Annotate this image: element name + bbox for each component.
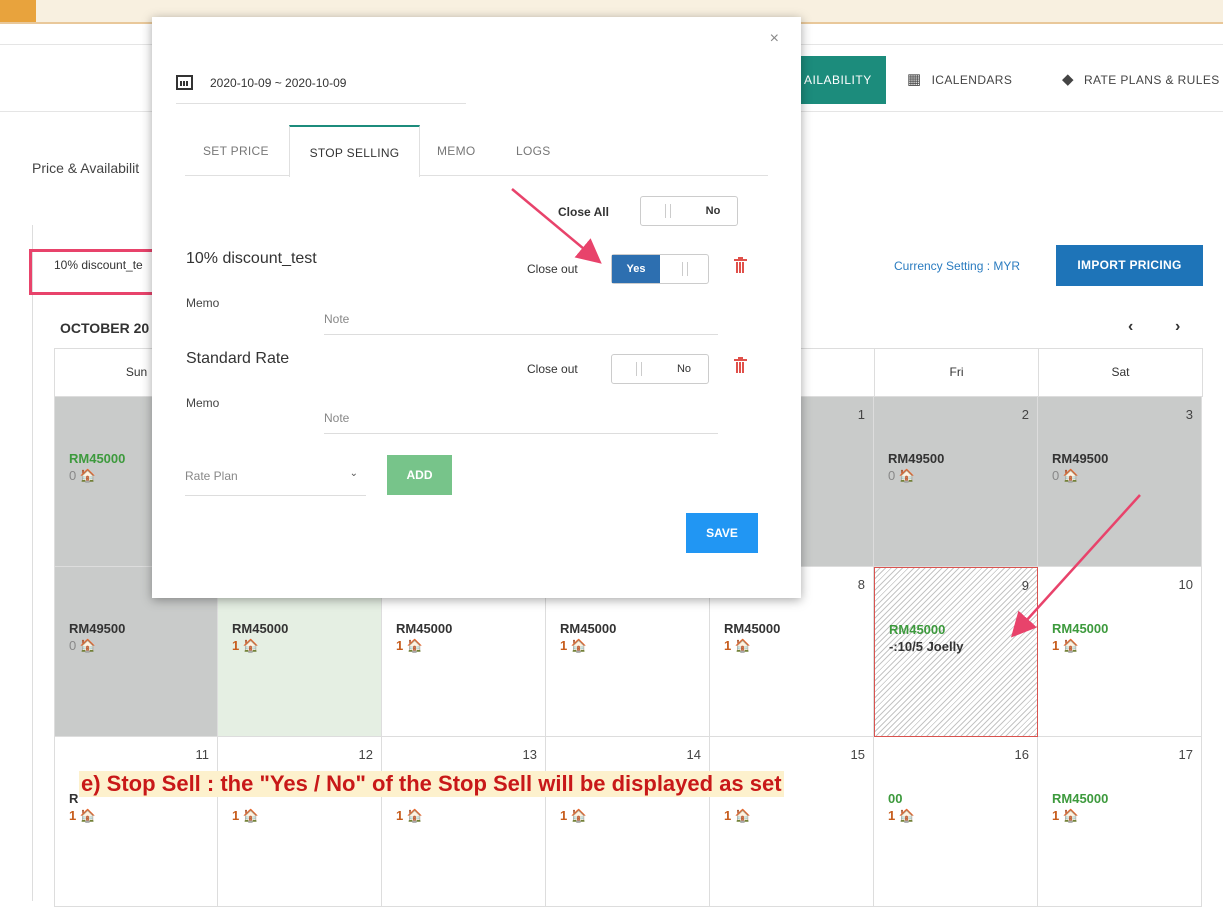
arrow-to-yes-toggle [511, 188, 602, 264]
arrow-to-stop-sold-cell [1010, 494, 1141, 638]
annotation-arrows [511, 188, 1141, 638]
